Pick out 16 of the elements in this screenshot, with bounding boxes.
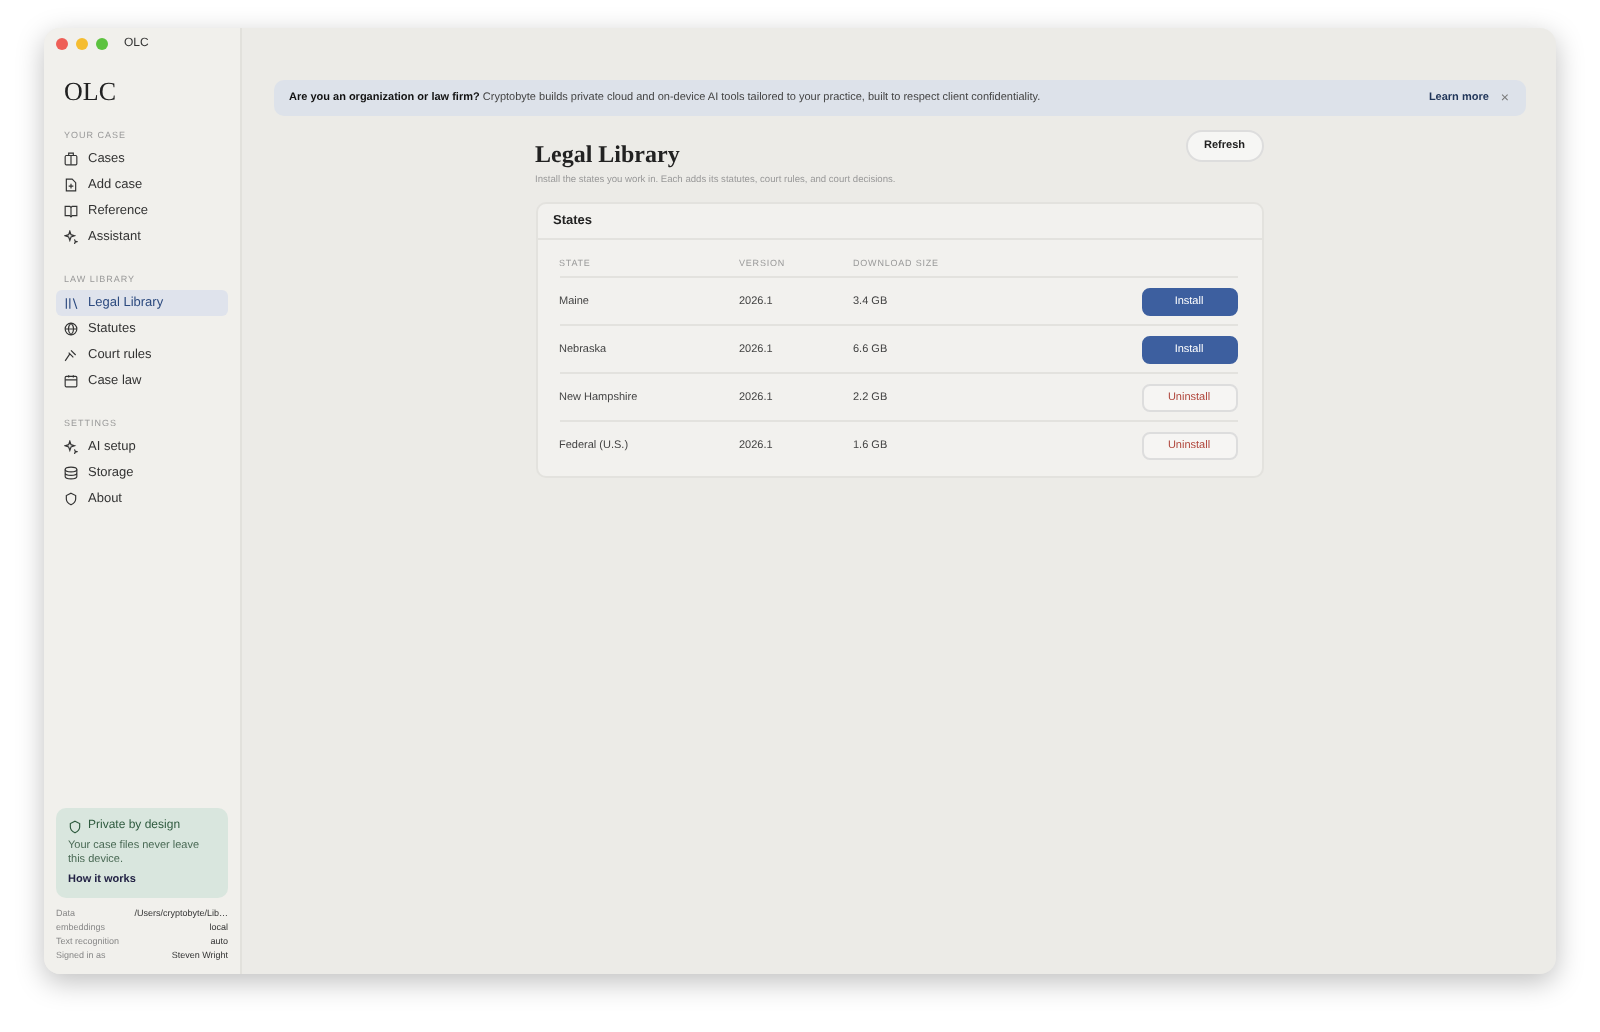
book-icon [64, 204, 78, 218]
close-window-button[interactable] [56, 37, 68, 49]
gavel-icon [64, 348, 78, 362]
books-icon [64, 296, 78, 310]
app-logo: OLC [64, 76, 116, 108]
shield-icon [64, 492, 78, 506]
page-title: Legal Library [535, 140, 680, 170]
calendar-icon [64, 374, 78, 388]
minimize-window-button[interactable] [76, 37, 88, 49]
maximize-window-button[interactable] [96, 37, 108, 49]
database-icon [64, 466, 78, 480]
shield-icon [68, 819, 82, 834]
globe-icon [64, 322, 78, 336]
sparkle-icon [64, 440, 78, 454]
sparkle-icon [64, 230, 78, 244]
document-plus-icon [64, 178, 78, 192]
